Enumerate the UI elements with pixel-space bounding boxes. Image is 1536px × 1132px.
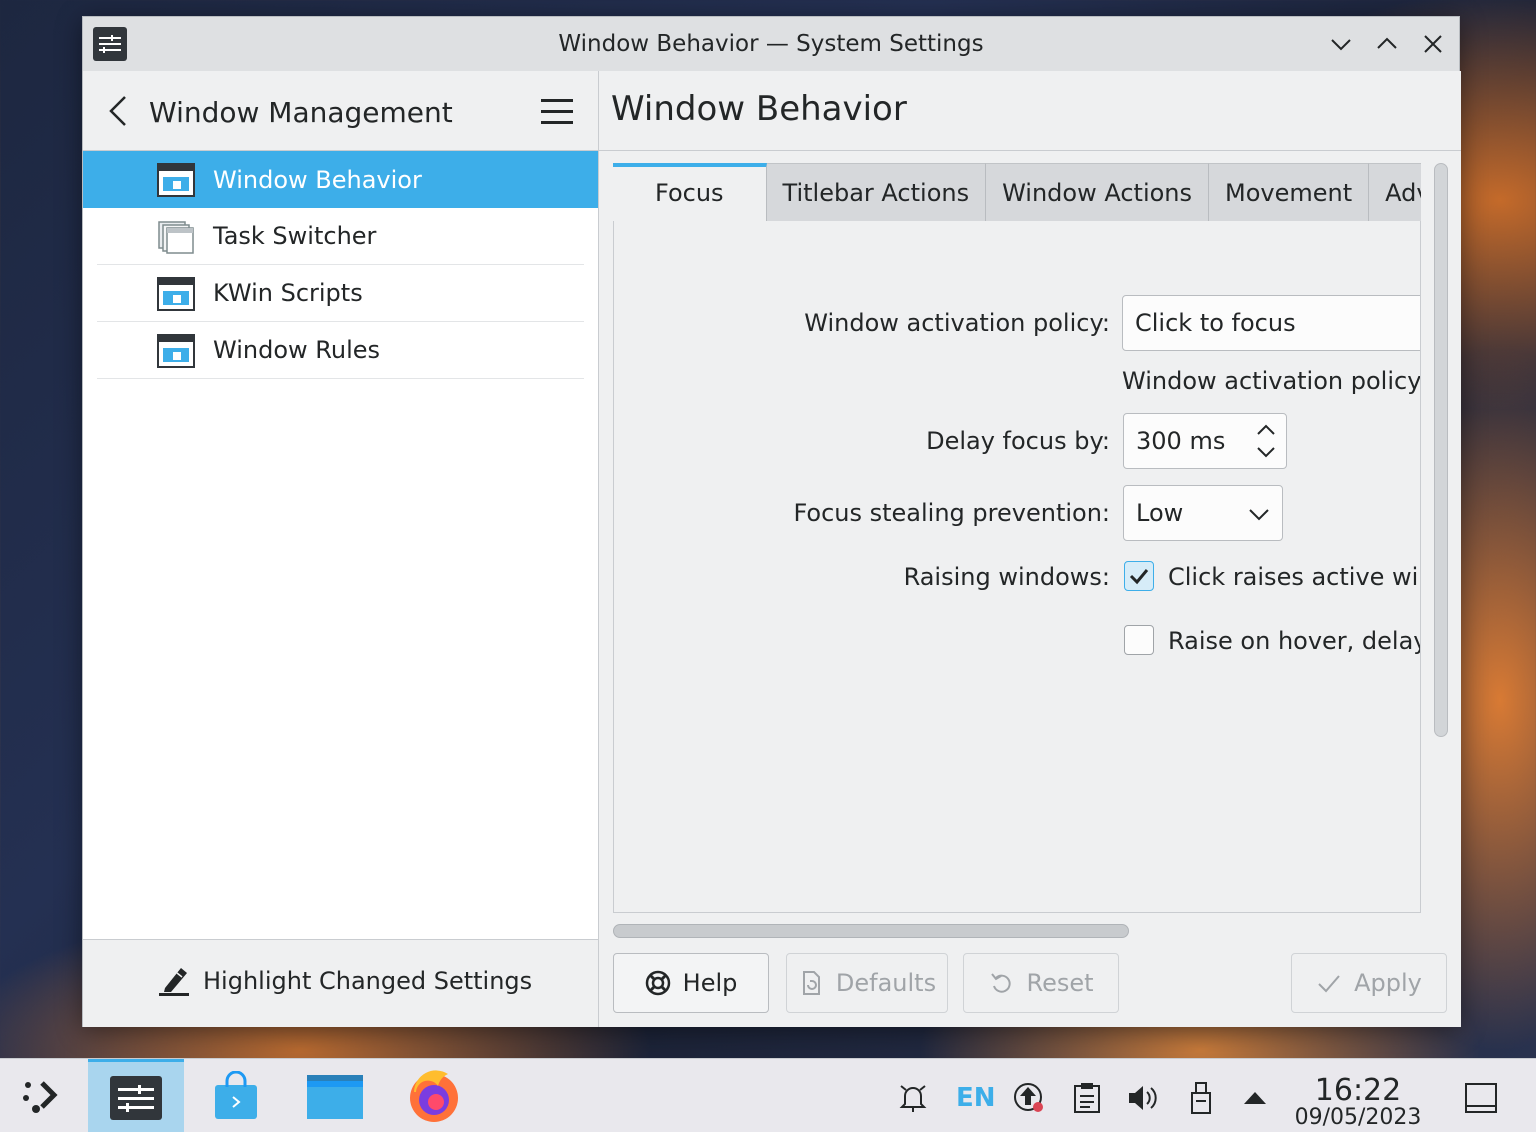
removable-device-icon[interactable] bbox=[1184, 1081, 1218, 1115]
window-icon bbox=[157, 163, 195, 197]
maximize-button[interactable] bbox=[1372, 29, 1402, 59]
delay-focus-value: 300 ms bbox=[1136, 427, 1226, 455]
tab-window-actions[interactable]: Window Actions bbox=[986, 163, 1210, 221]
close-icon bbox=[1424, 35, 1442, 53]
activation-policy-note: Window activation policy d bbox=[1122, 367, 1421, 395]
tab-bar: Focus Titlebar Actions Window Actions Movem… bbox=[613, 163, 1421, 221]
shopping-bag-icon bbox=[215, 1071, 257, 1119]
document-revert-icon bbox=[802, 971, 820, 995]
tab-titlebar-actions[interactable]: Titlebar Actions bbox=[766, 163, 987, 221]
help-label: Help bbox=[682, 969, 738, 997]
folder-icon bbox=[307, 1075, 363, 1119]
pen-icon bbox=[159, 968, 189, 996]
defaults-button[interactable]: Defaults bbox=[786, 953, 948, 1013]
taskbar-dolphin[interactable] bbox=[292, 1059, 378, 1132]
spin-arrows-icon[interactable] bbox=[1254, 422, 1278, 460]
taskbar-firefox[interactable] bbox=[396, 1059, 472, 1132]
raise-on-hover-label[interactable]: Raise on hover, delaye bbox=[1168, 627, 1420, 655]
sidebar-item-window-rules[interactable]: Window Rules bbox=[97, 322, 584, 379]
sidebar-title: Window Management bbox=[149, 96, 453, 129]
chevron-up-icon bbox=[1377, 37, 1397, 49]
sidebar-list: Window Behavior Task Switcher KWin Scrip… bbox=[83, 151, 598, 379]
tab-advanced[interactable]: Adva bbox=[1369, 163, 1421, 221]
vertical-scrollbar[interactable] bbox=[1434, 163, 1448, 737]
launcher-icon bbox=[23, 1081, 58, 1113]
sidebar: Window Management Window Behavior Task S… bbox=[83, 71, 599, 1027]
highlight-changed-settings-button[interactable]: Highlight Changed Settings bbox=[157, 964, 532, 998]
undo-icon bbox=[991, 973, 1012, 993]
activation-policy-label: Window activation policy: bbox=[804, 309, 1110, 337]
system-settings-icon bbox=[110, 1075, 162, 1120]
checkmark-icon bbox=[1129, 569, 1149, 585]
focus-stealing-value: Low bbox=[1136, 499, 1184, 527]
back-icon[interactable] bbox=[105, 93, 135, 129]
window-rules-icon bbox=[157, 334, 195, 368]
reset-button[interactable]: Reset bbox=[963, 953, 1119, 1013]
click-raises-checkbox[interactable] bbox=[1124, 561, 1154, 591]
sidebar-footer: Highlight Changed Settings bbox=[83, 939, 598, 1027]
horizontal-scrollbar[interactable] bbox=[613, 924, 1129, 938]
focus-stealing-select[interactable]: Low bbox=[1123, 485, 1283, 541]
close-button[interactable] bbox=[1418, 29, 1448, 59]
delay-focus-spinbox[interactable]: 300 ms bbox=[1123, 413, 1287, 469]
sidebar-item-label: Task Switcher bbox=[213, 222, 377, 250]
volume-icon[interactable] bbox=[1126, 1081, 1160, 1115]
firefox-icon bbox=[410, 1070, 458, 1122]
minimize-button[interactable] bbox=[1326, 29, 1356, 59]
application-launcher-button[interactable] bbox=[6, 1059, 76, 1132]
delay-focus-label: Delay focus by: bbox=[926, 427, 1110, 455]
tab-focus[interactable]: Focus bbox=[613, 163, 767, 221]
raise-on-hover-checkbox[interactable] bbox=[1124, 625, 1154, 655]
tab-movement[interactable]: Movement bbox=[1209, 163, 1370, 221]
sidebar-header: Window Management bbox=[83, 71, 598, 151]
chevron-down-icon bbox=[1249, 509, 1269, 521]
window-title: Window Behavior — System Settings bbox=[558, 31, 984, 57]
show-desktop-icon[interactable] bbox=[1464, 1081, 1498, 1115]
taskbar-discover[interactable] bbox=[196, 1059, 276, 1132]
taskbar-system-settings[interactable] bbox=[88, 1059, 184, 1132]
activation-policy-value: Click to focus bbox=[1135, 309, 1296, 337]
highlight-changed-settings-label: Highlight Changed Settings bbox=[203, 967, 533, 995]
focus-tab-panel: Window activation policy: Click to focus… bbox=[613, 221, 1421, 913]
checkmark-icon bbox=[1318, 975, 1340, 993]
apply-button[interactable]: Apply bbox=[1291, 953, 1447, 1013]
sidebar-item-label: KWin Scripts bbox=[213, 279, 363, 307]
taskbar: EN 16:22 09/05/2023 bbox=[0, 1058, 1536, 1132]
content-area: Window Behavior Focus Titlebar Actions Win… bbox=[599, 71, 1461, 1027]
alarm-notifications-icon[interactable] bbox=[896, 1081, 930, 1115]
click-raises-label[interactable]: Click raises active wind bbox=[1168, 563, 1420, 591]
page-title: Window Behavior bbox=[611, 89, 907, 129]
task-switcher-icon bbox=[158, 221, 194, 254]
activation-policy-select[interactable]: Click to focus bbox=[1122, 295, 1420, 351]
sidebar-item-task-switcher[interactable]: Task Switcher bbox=[97, 208, 584, 265]
tray-expand-icon[interactable] bbox=[1238, 1081, 1272, 1115]
reset-label: Reset bbox=[1026, 969, 1094, 997]
keyboard-layout-indicator[interactable]: EN bbox=[956, 1083, 996, 1113]
help-button[interactable]: Help bbox=[613, 953, 769, 1013]
kwin-scripts-icon bbox=[157, 277, 195, 311]
divider bbox=[599, 150, 1461, 151]
sidebar-item-window-behavior[interactable]: Window Behavior bbox=[83, 151, 598, 208]
help-lifebuoy-icon bbox=[645, 970, 670, 996]
clock-time[interactable]: 16:22 bbox=[1290, 1073, 1426, 1108]
sidebar-item-kwin-scripts[interactable]: KWin Scripts bbox=[97, 265, 584, 322]
chevron-down-icon bbox=[1331, 39, 1351, 51]
titlebar: Window Behavior — System Settings bbox=[83, 17, 1459, 71]
apply-label: Apply bbox=[1354, 969, 1422, 997]
sidebar-item-label: Window Behavior bbox=[213, 165, 422, 194]
focus-stealing-label: Focus stealing prevention: bbox=[793, 499, 1110, 527]
clock-date[interactable]: 09/05/2023 bbox=[1290, 1105, 1426, 1130]
defaults-label: Defaults bbox=[835, 969, 937, 997]
updates-icon[interactable] bbox=[1012, 1081, 1046, 1115]
clipboard-icon[interactable] bbox=[1070, 1081, 1104, 1115]
raising-windows-label: Raising windows: bbox=[903, 563, 1110, 591]
settings-window: Window Behavior — System Settings Window… bbox=[82, 16, 1461, 1027]
sidebar-item-label: Window Rules bbox=[213, 336, 381, 364]
hamburger-menu-icon[interactable] bbox=[541, 99, 575, 125]
